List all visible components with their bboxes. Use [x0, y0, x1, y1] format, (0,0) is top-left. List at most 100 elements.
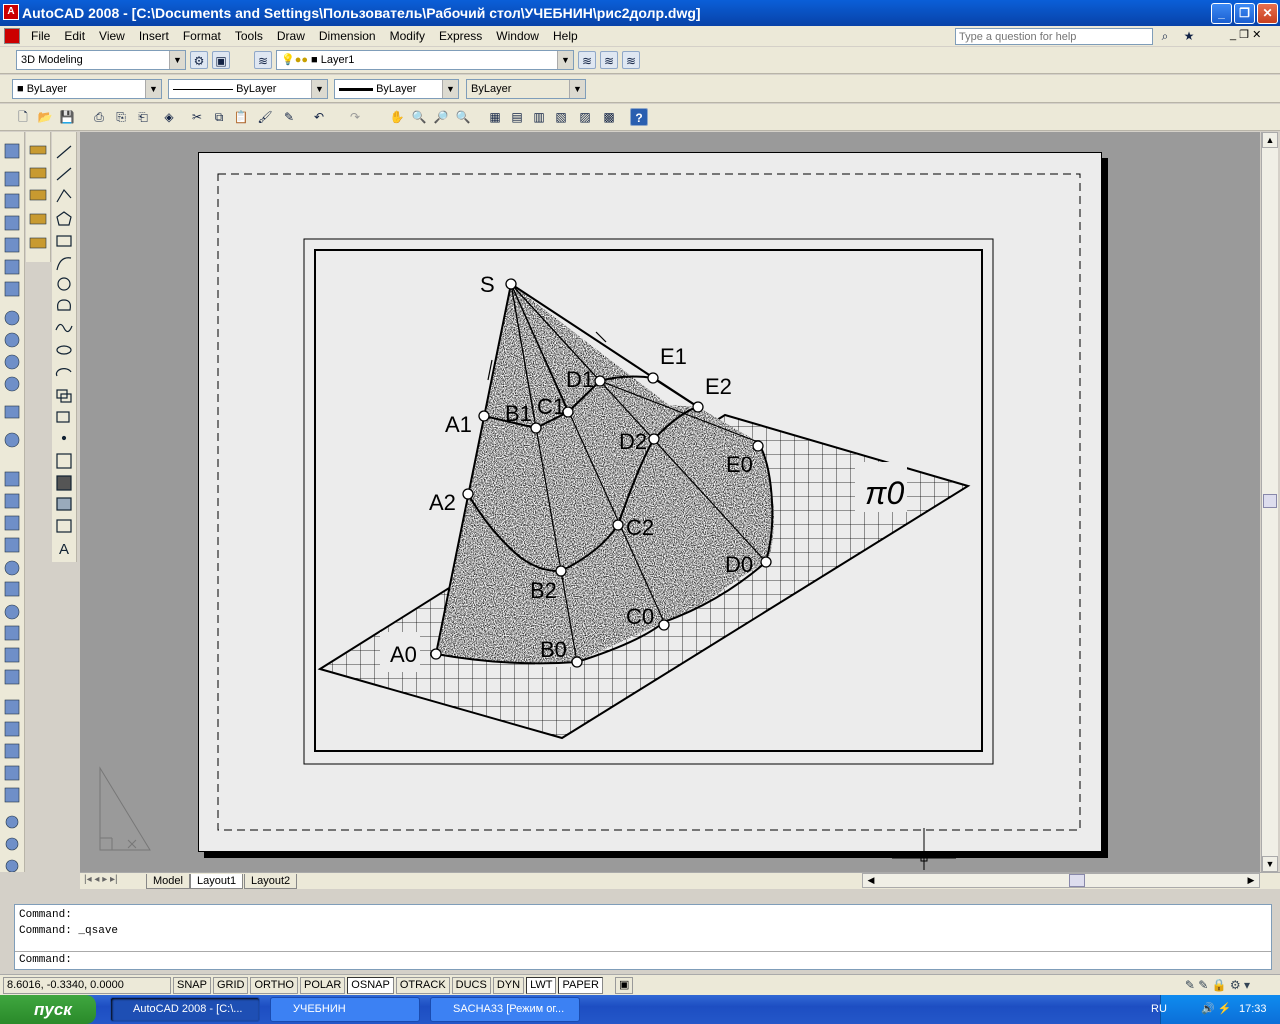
snap-toggle[interactable]: SNAP — [173, 976, 211, 994]
ducs-toggle[interactable]: DUCS — [451, 976, 491, 994]
layer-properties-icon[interactable]: ≋ — [254, 51, 272, 69]
cut-icon[interactable]: ✂ — [188, 108, 206, 126]
workspace-save-icon[interactable]: ▣ — [212, 51, 230, 69]
dimension-tool-icons[interactable] — [26, 132, 51, 262]
draw-tool-icons[interactable]: A — [52, 132, 77, 562]
modeling-tool-icons[interactable] — [0, 132, 25, 873]
chevron-down-icon[interactable]: ▼ — [557, 51, 573, 69]
undo-icon[interactable]: ↶ — [310, 108, 328, 126]
properties-icon[interactable]: ▦ — [486, 108, 504, 126]
task-word-document[interactable]: SACHA33 [Режим ог... — [430, 997, 580, 1022]
dyn-toggle[interactable]: DYN — [492, 976, 525, 994]
block-editor-icon[interactable]: ✎ — [280, 108, 298, 126]
markup-icon[interactable]: ▨ — [576, 108, 594, 126]
linetype-dropdown[interactable]: ByLayer ▼ — [168, 79, 328, 99]
osnap-toggle[interactable]: OSNAP — [347, 976, 394, 994]
chevron-down-icon[interactable]: ▼ — [569, 80, 585, 98]
zoom-window-icon[interactable]: 🔎 — [432, 108, 450, 126]
horizontal-scroll-thumb[interactable] — [1069, 874, 1085, 887]
plot-preview-icon[interactable]: ⎘ — [112, 108, 130, 126]
publish-icon[interactable]: ⎗ — [134, 108, 152, 126]
tab-model[interactable]: Model — [146, 874, 190, 889]
menu-draw[interactable]: Draw — [270, 29, 312, 43]
help-search-input[interactable] — [955, 28, 1153, 45]
menu-format[interactable]: Format — [176, 29, 228, 43]
maximize-button[interactable]: ❐ — [1234, 3, 1255, 24]
menu-dimension[interactable]: Dimension — [312, 29, 383, 43]
menu-edit[interactable]: Edit — [57, 29, 92, 43]
tray-icons[interactable]: 🔊 ⚡ — [1201, 995, 1231, 1024]
chevron-down-icon[interactable]: ▼ — [442, 80, 458, 98]
autocad-app-icon[interactable]: A — [3, 4, 19, 20]
close-button[interactable]: ✕ — [1257, 3, 1278, 24]
text-tool-icon[interactable]: A — [59, 541, 69, 558]
zoom-realtime-icon[interactable]: 🔍 — [410, 108, 428, 126]
tab-nav-arrows-icon[interactable]: |◂ ◂ ▸ ▸| — [84, 874, 118, 885]
ortho-toggle[interactable]: ORTHO — [250, 976, 298, 994]
color-dropdown[interactable]: ■ ByLayer ▼ — [12, 79, 162, 99]
lineweight-dropdown[interactable]: ByLayer ▼ — [334, 79, 459, 99]
plot-icon[interactable]: ⎙ — [90, 108, 108, 126]
task-autocad[interactable]: AutoCAD 2008 - [C:\... — [110, 997, 260, 1022]
menu-tools[interactable]: Tools — [228, 29, 270, 43]
otrack-toggle[interactable]: OTRACK — [395, 976, 450, 994]
maximize-viewport-icon[interactable]: ▣ — [614, 976, 634, 994]
minimize-button[interactable]: _ — [1211, 3, 1232, 24]
vertical-scrollbar[interactable]: ▲ ▼ — [1261, 132, 1278, 872]
command-window[interactable]: Command: Command: _qsave Command: — [14, 904, 1272, 970]
clock[interactable]: 17:33 — [1239, 995, 1267, 1024]
star-icon[interactable]: ★ — [1180, 27, 1198, 45]
menu-express[interactable]: Express — [432, 29, 489, 43]
match-properties-icon[interactable]: 🖌 — [256, 108, 274, 126]
plotstyle-dropdown[interactable]: ByLayer ▼ — [466, 79, 586, 99]
tray-status-icons[interactable]: ✎ ✎ 🔒 ⚙ ▾ — [1185, 978, 1250, 992]
design-center-icon[interactable]: ▤ — [508, 108, 526, 126]
tab-layout1[interactable]: Layout1 — [190, 874, 244, 889]
document-icon[interactable] — [4, 28, 20, 44]
sheet-set-icon[interactable]: ▧ — [552, 108, 570, 126]
scroll-down-icon[interactable]: ▼ — [1262, 856, 1278, 872]
help-icon[interactable]: ? — [630, 108, 648, 126]
workspace-dropdown[interactable]: 3D Modeling ▼ — [16, 50, 186, 70]
tab-layout2[interactable]: Layout2 — [244, 874, 298, 889]
redo-icon[interactable]: ↷ — [346, 108, 364, 126]
chevron-down-icon[interactable]: ▼ — [169, 51, 185, 69]
doc-window-controls-icon[interactable]: _ ❐ ✕ — [1230, 28, 1261, 41]
menu-help[interactable]: Help — [546, 29, 585, 43]
scroll-left-icon[interactable]: ◀ — [863, 874, 879, 887]
scroll-up-icon[interactable]: ▲ — [1262, 132, 1278, 148]
scroll-right-icon[interactable]: ▶ — [1243, 874, 1259, 887]
layer-dropdown[interactable]: 💡●● ■ Layer1 ▼ — [276, 50, 574, 70]
3d-dwf-icon[interactable]: ◈ — [160, 108, 178, 126]
new-file-icon[interactable]: 🗋 — [14, 108, 32, 126]
calculator-icon[interactable]: ▩ — [600, 108, 618, 126]
chevron-down-icon[interactable]: ▼ — [311, 80, 327, 98]
menu-view[interactable]: View — [92, 29, 132, 43]
task-folder[interactable]: УЧЕБНИН — [270, 997, 420, 1022]
horizontal-scrollbar[interactable]: ◀ ▶ — [862, 873, 1260, 888]
make-current-layer-icon[interactable]: ≋ — [578, 51, 596, 69]
copy-icon[interactable]: ⧉ — [210, 108, 228, 126]
zoom-previous-icon[interactable]: 🔍 — [454, 108, 472, 126]
workspace-settings-icon[interactable]: ⚙ — [190, 51, 208, 69]
vertical-scroll-thumb[interactable] — [1263, 494, 1277, 508]
menu-window[interactable]: Window — [489, 29, 546, 43]
polar-toggle[interactable]: POLAR — [300, 976, 346, 994]
lwt-toggle[interactable]: LWT — [526, 976, 557, 994]
grid-toggle[interactable]: GRID — [212, 976, 249, 994]
tool-palettes-icon[interactable]: ▥ — [530, 108, 548, 126]
pan-icon[interactable]: ✋ — [388, 108, 406, 126]
paper-toggle[interactable]: PAPER — [558, 976, 603, 994]
chevron-down-icon[interactable]: ▼ — [145, 80, 161, 98]
save-icon[interactable]: 💾 — [58, 108, 76, 126]
menu-modify[interactable]: Modify — [383, 29, 432, 43]
open-file-icon[interactable]: 📂 — [36, 108, 54, 126]
search-icon[interactable]: ⌕ — [1156, 27, 1174, 45]
language-indicator[interactable]: RU — [1151, 995, 1167, 1024]
paste-icon[interactable]: 📋 — [232, 108, 250, 126]
start-button[interactable]: пуск — [0, 995, 96, 1024]
coordinates-display[interactable]: 8.6016, -0.3340, 0.0000 — [3, 976, 171, 994]
menu-file[interactable]: File — [24, 29, 57, 43]
command-prompt[interactable]: Command: — [15, 951, 1271, 967]
layer-states-icon[interactable]: ≋ — [622, 51, 640, 69]
